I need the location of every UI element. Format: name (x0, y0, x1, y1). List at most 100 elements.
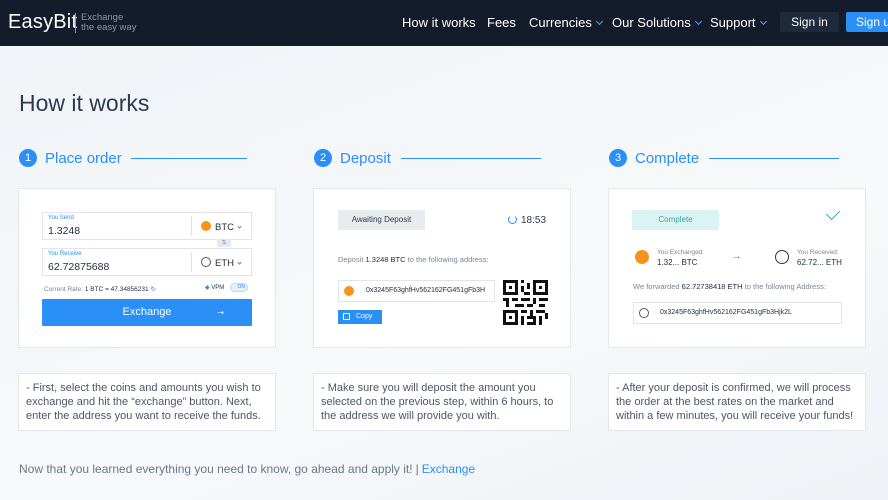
ethereum-icon (775, 250, 789, 264)
footer-exchange-link[interactable]: Exchange (422, 462, 475, 476)
received-value: 62.72... ETH (797, 258, 842, 267)
complete-badge: Complete (632, 210, 719, 230)
chevron-down-icon (759, 17, 767, 26)
sign-up-button[interactable]: Sign up (846, 12, 888, 32)
step-divider (401, 158, 541, 159)
vpm-text: VPM (211, 285, 225, 291)
arrow-right-icon: ⇢ (217, 308, 224, 317)
nav-how-it-works[interactable]: How it works (402, 15, 476, 30)
forwarded-suffix: to the following Address: (744, 282, 826, 291)
nav-our-solutions-label: Our Solutions (612, 15, 691, 30)
chevron-down-icon (694, 17, 702, 26)
ethereum-icon (639, 308, 649, 318)
send-currency-select[interactable]: BTC (201, 221, 242, 233)
receive-currency: ETH (215, 258, 234, 269)
timer-spinner-icon (508, 215, 517, 224)
rate-value: 1 BTC = 47.34856231 (84, 286, 149, 293)
step-2-note: - Make sure you will deposit the amount … (313, 373, 571, 431)
forwarded-prefix: We forwarded (633, 282, 680, 291)
shield-icon: ◆ (205, 285, 210, 291)
vpm-toggle[interactable]: ON (230, 283, 248, 292)
step-number: 2 (314, 149, 332, 167)
receive-value[interactable]: 62.72875688 (48, 261, 109, 273)
bitcoin-icon (201, 221, 211, 232)
arrow-right-icon: → (731, 250, 742, 262)
sign-in-button[interactable]: Sign in (780, 12, 839, 32)
send-label: You Send (48, 215, 74, 221)
step-title: Complete (635, 150, 700, 167)
copy-label: Copy (356, 313, 373, 320)
countdown-timer: 18:53 (508, 214, 546, 226)
step-divider (709, 158, 839, 159)
step-2-header: 2 Deposit (314, 149, 544, 169)
logo[interactable]: EasyBit (8, 11, 77, 34)
bitcoin-icon (344, 286, 354, 296)
nav-currencies-label: Currencies (529, 15, 592, 30)
receive-currency-select[interactable]: ETH (201, 257, 242, 269)
nav-fees[interactable]: Fees (487, 15, 516, 30)
tagline-line-2: the easy way (81, 22, 137, 33)
page-title: How it works (19, 90, 150, 116)
payout-address-field[interactable]: 0x3245F63ghfHv562162FG451gFb3Hjk2L (633, 302, 842, 324)
field-separator (191, 216, 192, 236)
current-rate: Current Rate: 1 BTC = 47.34856231 ↻ (44, 285, 156, 293)
copy-button[interactable]: Copy (338, 310, 382, 324)
exchanged-value: 1.32... BTC (657, 258, 698, 267)
copy-icon (343, 313, 350, 320)
step-3-note: - After your deposit is confirmed, we wi… (608, 373, 866, 431)
exchanged-label: You Exchanged: (657, 249, 705, 256)
forwarded-info: We forwarded 62.72738418 ETH to the foll… (633, 282, 826, 291)
footer-separator: | (415, 462, 419, 476)
qr-code (503, 280, 548, 325)
chevron-down-icon (237, 260, 242, 265)
refresh-icon[interactable]: ↻ (150, 286, 155, 293)
deposit-suffix: to the following address: (407, 255, 489, 264)
step-1-header: 1 Place order (19, 149, 249, 169)
place-order-card: You Send 1.3248 BTC ⇅ You Receive 62.728… (18, 188, 276, 348)
vpm-label: ◆ VPM (205, 284, 224, 291)
deposit-instruction: Deposit 1.3248 BTC to the following addr… (338, 255, 489, 264)
send-currency: BTC (215, 222, 234, 233)
deposit-prefix: Deposit (338, 255, 364, 264)
rate-label: Current Rate: (44, 286, 84, 293)
logo-divider (75, 13, 76, 33)
nav-our-solutions[interactable]: Our Solutions (612, 15, 702, 30)
deposit-address[interactable]: 0x3245F63ghfHv562162FG451gFb3H (366, 287, 485, 294)
nav-currencies[interactable]: Currencies (529, 15, 603, 30)
chevron-down-icon (237, 224, 242, 229)
step-title: Place order (45, 150, 122, 167)
awaiting-deposit-badge: Awaiting Deposit (338, 210, 425, 230)
chevron-down-icon (595, 17, 603, 26)
footer-text: Now that you learned everything you need… (19, 462, 413, 476)
field-separator (191, 252, 192, 272)
footer-cta: Now that you learned everything you need… (19, 462, 475, 476)
nav-support[interactable]: Support (710, 15, 767, 30)
step-number: 1 (19, 149, 37, 167)
top-navbar: EasyBit Exchange the easy way How it wor… (0, 0, 888, 46)
step-number: 3 (609, 149, 627, 167)
deposit-address-field[interactable]: 0x3245F63ghfHv562162FG451gFb3H (338, 280, 495, 302)
step-1-note: - First, select the coins and amounts yo… (18, 373, 276, 431)
send-amount-field[interactable]: You Send 1.3248 BTC (42, 212, 252, 240)
bitcoin-icon (635, 250, 649, 264)
exchange-button[interactable]: Exchange ⇢ (42, 299, 252, 326)
tagline: Exchange the easy way (81, 13, 136, 33)
receive-label: You Receive (48, 251, 82, 257)
receive-amount-field[interactable]: You Receive 62.72875688 ETH (42, 248, 252, 276)
received-label: You Received: (797, 249, 839, 256)
checkmark-icon (825, 205, 841, 221)
complete-card: Complete You Exchanged: 1.32... BTC → Yo… (608, 188, 866, 348)
payout-address[interactable]: 0x3245F63ghfHv562162FG451gFb3Hjk2L (660, 309, 792, 316)
timer-value: 18:53 (521, 215, 547, 226)
nav-support-label: Support (710, 15, 756, 30)
forwarded-amount: 62.72738418 ETH (681, 282, 743, 291)
swap-arrows-icon[interactable]: ⇅ (217, 239, 231, 247)
send-value[interactable]: 1.3248 (48, 225, 80, 237)
step-3-header: 3 Complete (609, 149, 839, 169)
deposit-card: Awaiting Deposit 18:53 Deposit 1.3248 BT… (313, 188, 571, 348)
deposit-amount: 1.3248 BTC (365, 255, 406, 264)
step-divider (131, 158, 247, 159)
exchange-button-label: Exchange (122, 306, 172, 318)
step-title: Deposit (340, 150, 391, 167)
ethereum-icon (201, 257, 211, 268)
